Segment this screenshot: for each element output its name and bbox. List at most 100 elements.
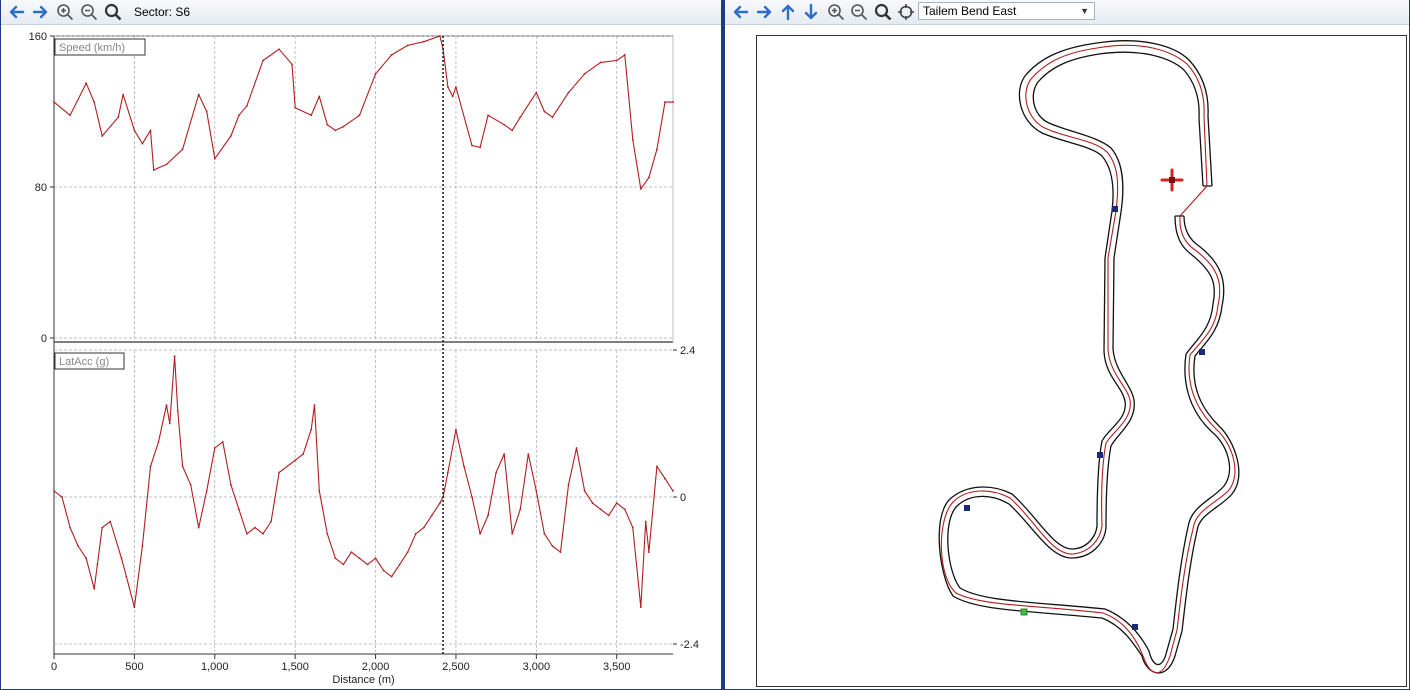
- data-point: [302, 453, 305, 456]
- data-point: [479, 146, 481, 149]
- data-point: [176, 410, 179, 413]
- zoom-out-icon[interactable]: [79, 2, 99, 22]
- data-point: [656, 465, 658, 468]
- data-point: [101, 135, 104, 137]
- chart-pane: Sector: S6 160 80 0 Speed (km/h) 2.4 0 -2.4 Lat…: [0, 0, 722, 690]
- data-point: [366, 563, 369, 566]
- sector-marker[interactable]: [964, 505, 970, 511]
- data-point: [262, 59, 264, 62]
- data-point: [313, 404, 316, 407]
- data-point: [326, 123, 329, 126]
- data-point: [639, 606, 642, 609]
- data-point: [615, 59, 618, 62]
- data-point: [69, 526, 71, 529]
- x-tick-label: 3,000: [523, 661, 551, 673]
- track-map-canvas[interactable]: [757, 36, 1406, 686]
- data-point: [519, 508, 522, 511]
- sector-marker[interactable]: [1112, 206, 1118, 212]
- chart-area[interactable]: 160 80 0 Speed (km/h) 2.4 0 -2.4 LatAcc (g) 0 500…: [1, 24, 721, 689]
- data-point: [559, 551, 562, 554]
- y-tick-label: 2.4: [680, 345, 695, 357]
- data-point: [430, 514, 433, 517]
- series-line: [53, 35, 673, 190]
- data-point: [165, 163, 168, 166]
- zoom-in-icon[interactable]: [826, 2, 846, 22]
- data-point: [334, 557, 337, 560]
- start-finish-marker[interactable]: [1020, 608, 1028, 616]
- data-point: [503, 453, 506, 456]
- magnifier-icon[interactable]: [873, 2, 893, 22]
- track-map[interactable]: [756, 35, 1407, 687]
- down-arrow-icon[interactable]: [801, 2, 821, 22]
- data-point: [96, 563, 99, 566]
- data-point: [543, 532, 546, 535]
- data-point: [318, 489, 321, 492]
- zoom-in-icon[interactable]: [55, 2, 75, 22]
- up-arrow-icon[interactable]: [778, 2, 798, 22]
- data-point: [197, 526, 200, 529]
- data-point: [599, 508, 602, 511]
- data-point: [278, 471, 280, 474]
- y-tick-label: 0: [41, 333, 47, 345]
- data-point: [495, 471, 498, 474]
- magnifier-icon[interactable]: [103, 2, 123, 22]
- data-point: [567, 91, 570, 94]
- data-point: [165, 404, 168, 407]
- data-point: [61, 496, 63, 498]
- data-point: [447, 86, 449, 88]
- zoom-out-icon[interactable]: [849, 2, 869, 22]
- data-point: [213, 447, 216, 449]
- x-tick-label: 2,500: [442, 661, 470, 673]
- back-arrow-icon[interactable]: [731, 2, 751, 22]
- legend-label: LatAcc (g): [59, 356, 109, 368]
- data-point: [519, 116, 522, 119]
- data-point: [647, 176, 650, 179]
- data-point: [237, 114, 240, 117]
- sector-marker[interactable]: [1132, 624, 1138, 630]
- back-arrow-icon[interactable]: [7, 2, 27, 22]
- data-point: [406, 44, 409, 47]
- data-point: [479, 532, 481, 535]
- data-point: [591, 502, 594, 505]
- data-point: [551, 116, 554, 119]
- data-point: [85, 82, 88, 85]
- data-point: [326, 532, 329, 535]
- data-point: [85, 557, 88, 560]
- x-tick-label: 2,000: [362, 661, 390, 673]
- data-point: [567, 483, 570, 486]
- data-point: [471, 496, 473, 498]
- data-point: [117, 116, 120, 119]
- car-position-marker[interactable]: [1160, 168, 1184, 192]
- data-point: [583, 489, 586, 492]
- x-axis-label: Distance (m): [332, 674, 394, 686]
- data-point: [205, 489, 208, 492]
- data-point: [615, 502, 618, 505]
- data-point: [122, 93, 125, 96]
- data-point: [503, 123, 506, 126]
- data-point: [246, 104, 248, 107]
- forward-arrow-icon[interactable]: [754, 2, 774, 22]
- data-point: [422, 40, 425, 43]
- data-point: [291, 63, 293, 66]
- track-select[interactable]: Tailem Bend East ▼: [918, 2, 1095, 20]
- data-point: [374, 72, 377, 75]
- x-tick-label: 500: [125, 661, 143, 673]
- data-point: [189, 483, 192, 486]
- forward-arrow-icon[interactable]: [30, 2, 50, 22]
- data-point: [599, 61, 602, 64]
- sector-marker[interactable]: [1199, 349, 1205, 355]
- data-point: [133, 129, 136, 132]
- data-point: [358, 557, 361, 560]
- data-point: [358, 114, 361, 117]
- data-point: [149, 465, 152, 468]
- data-point: [93, 587, 96, 590]
- y-tick-label: 160: [29, 31, 47, 43]
- x-tick-label: 3,500: [603, 661, 631, 673]
- crosshair-icon[interactable]: [896, 2, 916, 22]
- track-select-value: Tailem Bend East: [923, 4, 1017, 18]
- data-point: [511, 532, 514, 535]
- y-tick-label: 80: [35, 182, 47, 194]
- data-point: [152, 169, 155, 171]
- sector-marker[interactable]: [1097, 452, 1103, 458]
- data-point: [318, 95, 321, 98]
